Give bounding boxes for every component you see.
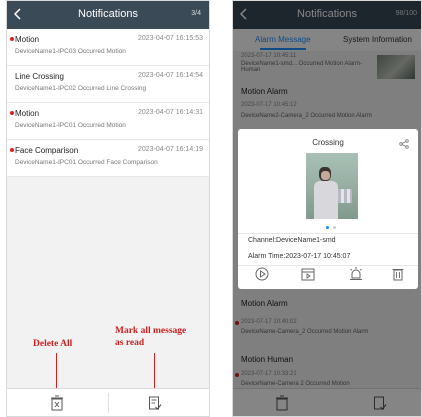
mark-all-read-annotation-line2: as read (115, 338, 145, 348)
unread-dot (10, 148, 14, 152)
nav-bar: Notifications 3/4 (7, 1, 209, 29)
delete-all-annotation: Delete All (33, 339, 73, 349)
list-item[interactable]: Motion 2023-04-07 16:14:31 DeviceName1-I… (7, 103, 209, 140)
trash-icon[interactable] (50, 395, 64, 411)
image-pager-dots (324, 226, 340, 230)
dialog-title: Crossing (312, 138, 344, 147)
unread-dot (10, 111, 14, 115)
calendar-playback-icon[interactable] (300, 266, 316, 282)
page-title: Notifications (78, 8, 138, 20)
list-item[interactable]: Line Crossing 2023-04-07 16:14:54 Device… (7, 66, 209, 103)
alarm-snapshot-image[interactable] (306, 153, 358, 219)
notification-list: Motion 2023-04-07 16:15:53 DeviceName1-I… (7, 29, 209, 177)
notification-time: 2023-04-07 16:14:19 (138, 146, 203, 153)
stage: Notifications 3/4 Motion 2023-04-07 16:1… (0, 0, 422, 417)
list-item[interactable]: Face Comparison 2023-04-07 16:14:19 Devi… (7, 140, 209, 177)
notification-desc: DeviceName1-IPC01 Occurred Face Comparis… (15, 159, 158, 166)
share-icon[interactable] (399, 136, 409, 149)
notification-desc: DeviceName1-IPC01 Occurred Motion (15, 122, 126, 129)
alarm-detail-dialog: Crossing Channel:DeviceName1-smd Alarm T… (238, 129, 418, 289)
page-counter: 3/4 (191, 10, 201, 17)
mark-all-read-annotation-line1: Mark all message (115, 326, 187, 336)
notification-time: 2023-04-07 16:15:53 (138, 35, 203, 42)
notification-desc: DeviceName1-IPC03 Occurred Motion (15, 48, 126, 55)
unread-dot (10, 37, 14, 41)
divider (238, 233, 418, 234)
delete-all-pointer-line (56, 353, 57, 389)
toolbar-divider (108, 393, 109, 413)
trash-icon[interactable] (390, 266, 406, 282)
bottom-toolbar (7, 388, 209, 416)
notifications-screen-right: Notifications 98/100 Alarm Message Syste… (232, 0, 422, 417)
notification-time: 2023-04-07 16:14:31 (138, 109, 203, 116)
list-item[interactable]: Motion 2023-04-07 16:15:53 DeviceName1-I… (7, 29, 209, 66)
mark-all-read-pointer-line (154, 353, 155, 389)
light-alarm-icon[interactable] (348, 266, 364, 282)
channel-label: Channel:DeviceName1-smd (248, 237, 336, 244)
alarm-time-label: Alarm Time:2023-07-17 10:45:07 (248, 253, 351, 260)
play-icon[interactable] (254, 266, 270, 282)
notifications-screen-left: Notifications 3/4 Motion 2023-04-07 16:1… (6, 0, 210, 417)
dialog-actions (238, 263, 418, 285)
mark-read-icon[interactable] (148, 395, 162, 411)
notification-time: 2023-04-07 16:14:54 (138, 72, 203, 79)
notification-desc: DeviceName1-IPC02 Occurred Line Crossing (15, 85, 147, 92)
